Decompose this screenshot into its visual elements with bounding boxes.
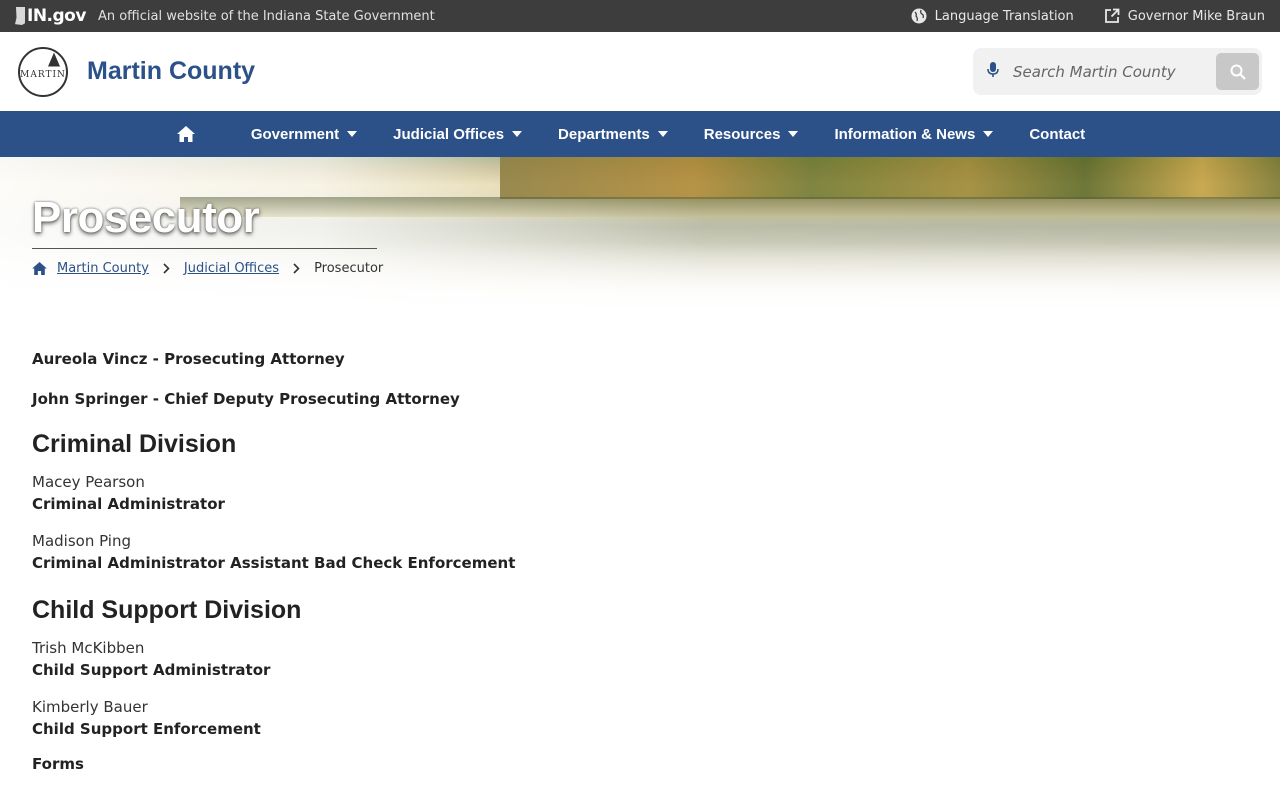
nav-judicial-offices[interactable]: Judicial Offices xyxy=(393,125,523,143)
microphone-icon[interactable] xyxy=(987,61,999,82)
staff-title: Criminal Administrator xyxy=(32,495,225,513)
breadcrumb-home-icon[interactable] xyxy=(32,262,47,275)
official-website-text: An official website of the Indiana State… xyxy=(97,8,435,24)
prosecuting-attorney: Aureola Vincz - Prosecuting Attorney xyxy=(32,350,345,368)
language-translation-label: Language Translation xyxy=(934,8,1074,24)
nav-departments-label: Departments xyxy=(558,125,650,143)
seal-text: MARTIN xyxy=(20,69,66,80)
caret-down-icon xyxy=(983,131,994,137)
breadcrumb-martin-county[interactable]: Martin County xyxy=(57,261,149,276)
staff-entry: Kimberly Bauer Child Support Enforcement xyxy=(32,696,1248,740)
breadcrumb-current: Prosecutor xyxy=(314,261,384,276)
staff-name: Trish McKibben xyxy=(32,639,145,657)
ingov-logo-text: IN.gov xyxy=(27,6,86,26)
nav-government[interactable]: Government xyxy=(250,125,358,143)
nav-resources-label: Resources xyxy=(703,125,781,143)
forms-heading: Forms xyxy=(32,755,84,773)
caret-down-icon xyxy=(788,131,799,137)
site-header: MARTIN Martin County xyxy=(0,32,1280,111)
staff-name: Kimberly Bauer xyxy=(32,698,148,716)
hero-water-background xyxy=(180,197,1280,217)
caret-down-icon xyxy=(347,131,358,137)
language-translation-link[interactable]: Language Translation xyxy=(911,8,1074,24)
nav-government-label: Government xyxy=(250,125,340,143)
seal-tree-icon xyxy=(48,52,60,67)
hero-foliage-background xyxy=(500,157,1280,199)
county-seal-logo[interactable]: MARTIN xyxy=(18,46,68,97)
caret-down-icon xyxy=(512,131,523,137)
nav-resources[interactable]: Resources xyxy=(704,126,799,143)
staff-entry: Trish McKibben Child Support Administrat… xyxy=(32,637,1248,681)
state-banner: IN.gov An official website of the Indian… xyxy=(0,0,1280,32)
child-support-division-heading: Child Support Division xyxy=(32,596,302,624)
site-title[interactable]: Martin County xyxy=(87,57,255,86)
nav-information-news-label: Information & News xyxy=(834,125,976,143)
nav-information-news[interactable]: Information & News xyxy=(834,125,994,143)
chief-deputy-prosecuting-attorney: John Springer - Chief Deputy Prosecuting… xyxy=(32,390,460,408)
search-box xyxy=(973,48,1262,95)
breadcrumb: Martin County Judicial Offices Prosecuto… xyxy=(32,261,383,276)
page-title: Prosecutor xyxy=(32,193,260,242)
search-input[interactable] xyxy=(1013,62,1216,81)
criminal-division-heading: Criminal Division xyxy=(32,430,237,458)
globe-icon xyxy=(911,8,927,24)
chevron-right-icon xyxy=(293,263,300,274)
breadcrumb-judicial-offices[interactable]: Judicial Offices xyxy=(184,261,279,276)
staff-entry: Madison Ping Criminal Administrator Assi… xyxy=(32,530,1248,574)
main-nav: Government Judicial Offices Departments … xyxy=(0,111,1280,157)
governor-label: Governor Mike Braun xyxy=(1127,8,1265,24)
chevron-right-icon xyxy=(163,263,170,274)
governor-link[interactable]: Governor Mike Braun xyxy=(1104,8,1265,24)
home-icon xyxy=(176,126,195,142)
nav-departments[interactable]: Departments xyxy=(558,126,668,143)
nav-judicial-offices-label: Judicial Offices xyxy=(393,125,505,143)
staff-entry: Macey Pearson Criminal Administrator xyxy=(32,471,1248,515)
staff-name: Macey Pearson xyxy=(32,473,145,491)
external-link-icon xyxy=(1104,8,1120,23)
search-button[interactable] xyxy=(1216,53,1259,90)
nav-contact[interactable]: Contact xyxy=(1029,126,1085,143)
main-content: Aureola Vincz - Prosecuting Attorney Joh… xyxy=(0,312,1280,773)
staff-title: Child Support Administrator xyxy=(32,661,271,679)
title-divider xyxy=(32,248,377,249)
nav-contact-label: Contact xyxy=(1029,125,1086,143)
nav-home-button[interactable] xyxy=(176,126,195,142)
search-icon xyxy=(1230,64,1246,80)
staff-title: Criminal Administrator Assistant Bad Che… xyxy=(32,554,516,572)
staff-name: Madison Ping xyxy=(32,532,132,550)
staff-title: Child Support Enforcement xyxy=(32,720,261,738)
caret-down-icon xyxy=(657,131,668,137)
ingov-logo[interactable]: IN.gov xyxy=(15,6,86,26)
page-hero: Prosecutor Martin County Judicial Office… xyxy=(0,157,1280,312)
indiana-state-icon xyxy=(15,7,25,25)
